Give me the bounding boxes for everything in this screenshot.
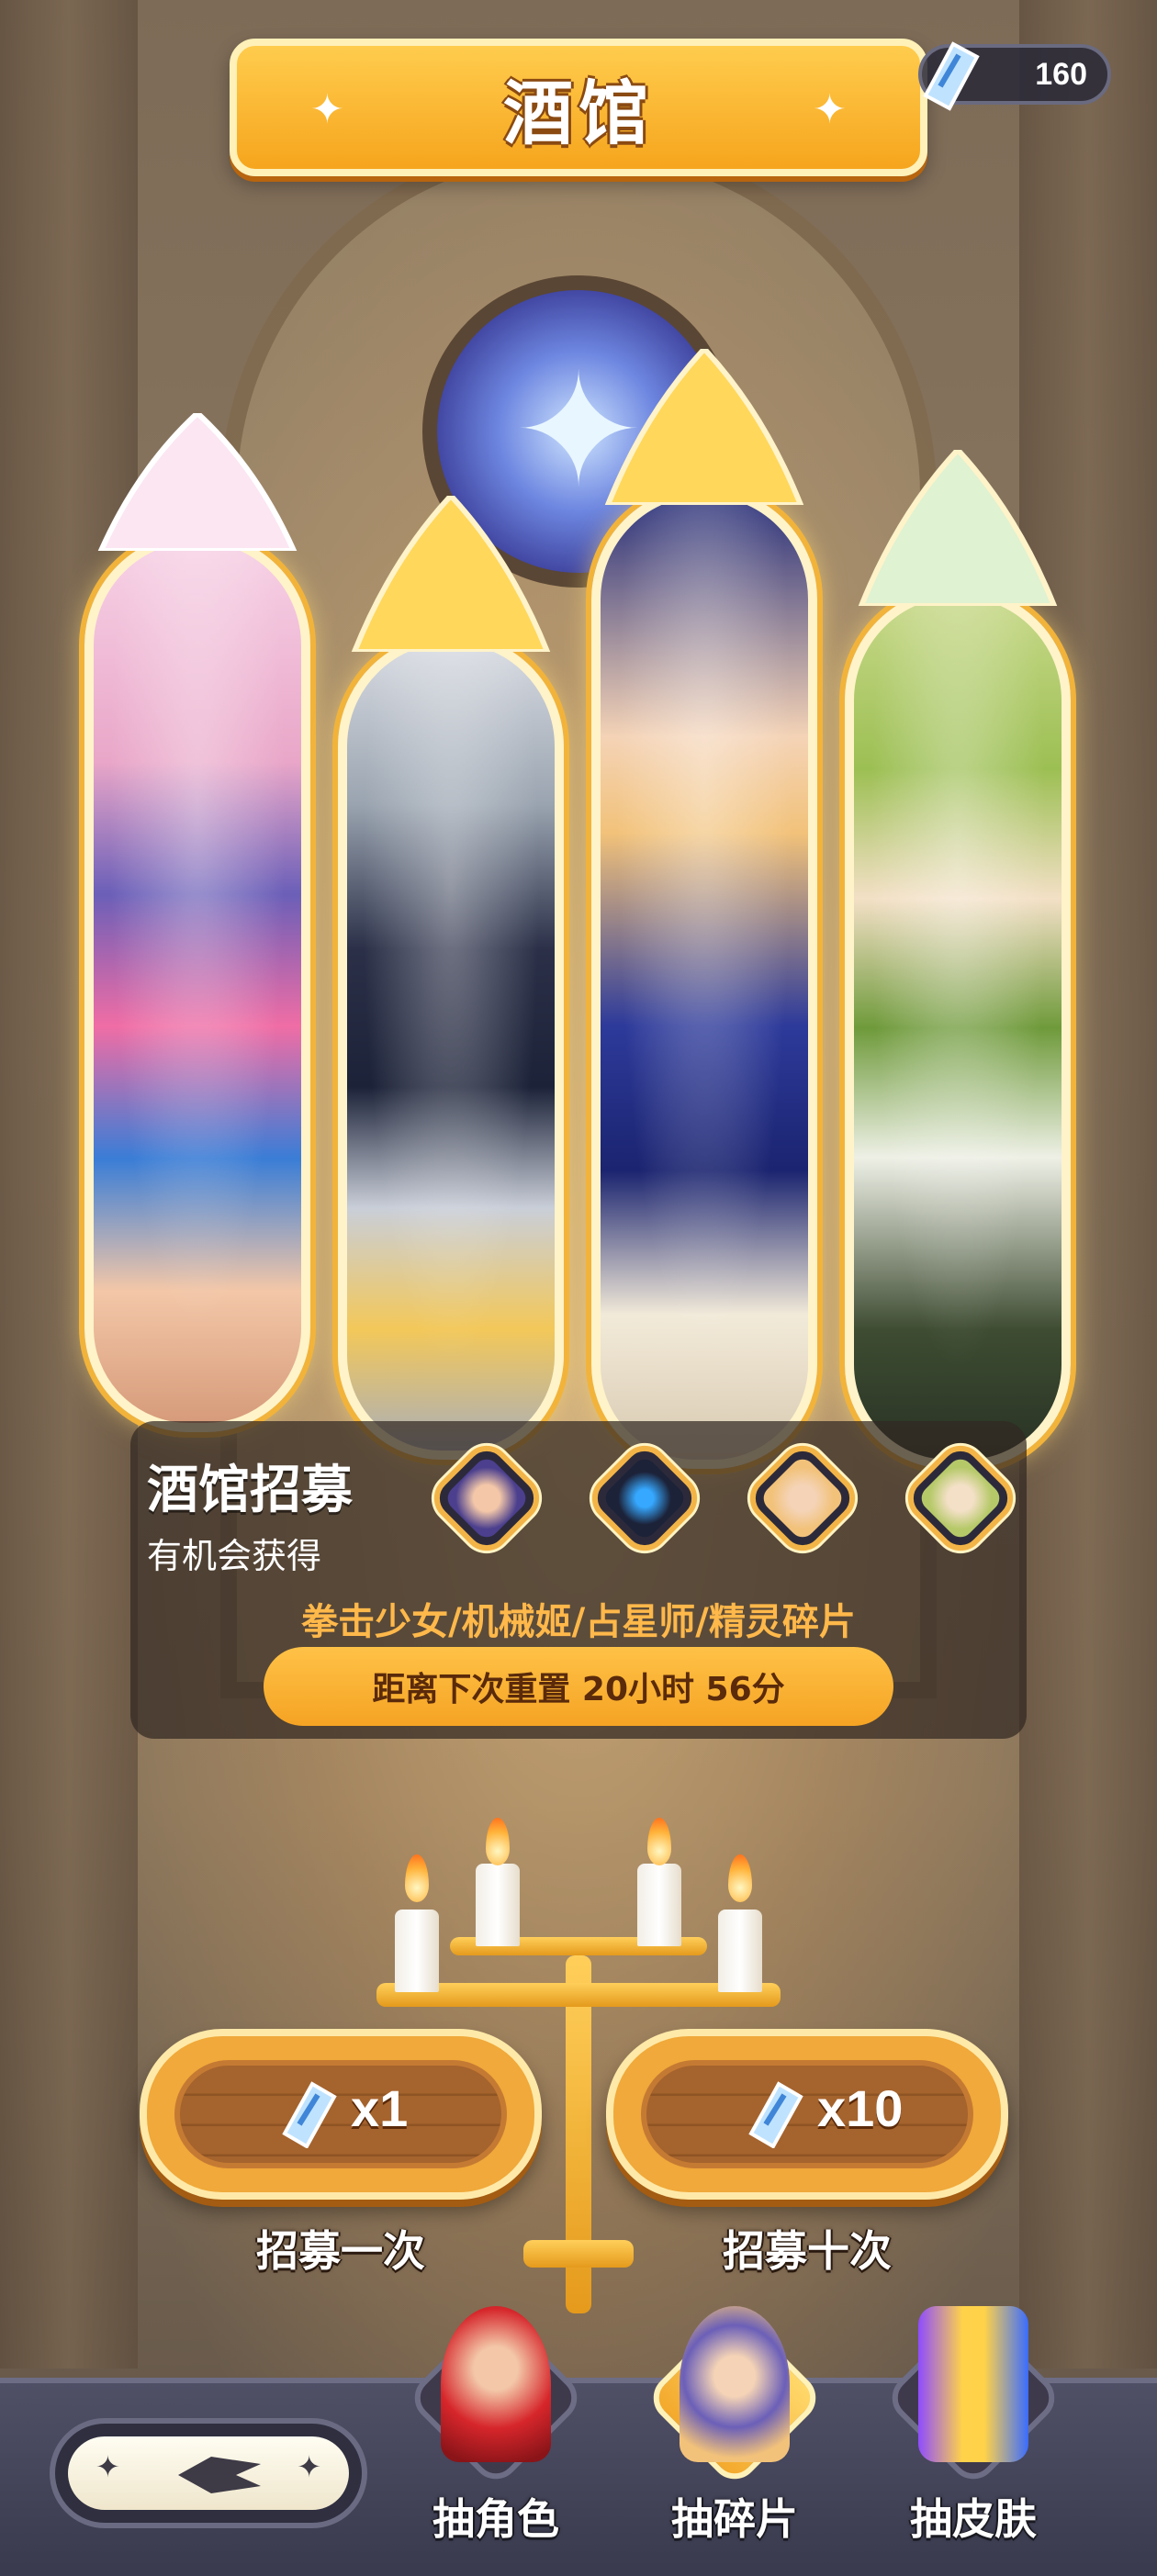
recruit-once-label: 招募一次 xyxy=(256,2226,425,2276)
ticket-icon xyxy=(282,2081,337,2148)
candle xyxy=(718,1910,762,1992)
back-button[interactable]: ✦ ✦ xyxy=(50,2418,367,2528)
crown-ornament xyxy=(351,496,551,652)
candle xyxy=(395,1910,439,1992)
character-icon xyxy=(441,2306,551,2462)
tab-label: 抽碎片 xyxy=(671,2494,798,2544)
ticket-count: 160 xyxy=(1035,57,1087,92)
flame-icon xyxy=(486,1818,510,1865)
boxing-girl-icon[interactable] xyxy=(424,1436,549,1561)
portrait-face xyxy=(758,1453,848,1543)
recruit-ten-label: 招募十次 xyxy=(723,2226,892,2276)
portrait-face xyxy=(442,1453,532,1543)
recruit-ten-multiplier: x10 xyxy=(817,2079,904,2137)
recruit-once-button[interactable]: x1 xyxy=(140,2029,542,2200)
elf-icon[interactable] xyxy=(898,1436,1023,1561)
recruit-info-panel: 酒馆招募 有机会获得 拳击少女/机械姬/占星师/精灵碎片 距离下次重置 20小时… xyxy=(130,1421,1027,1739)
back-arrow-icon xyxy=(178,2457,261,2493)
card-glow xyxy=(347,643,555,1450)
character-card-mecha-girl[interactable] xyxy=(338,633,564,1460)
crown-ornament xyxy=(97,413,298,551)
character-card-elf[interactable] xyxy=(845,588,1071,1469)
sparkle-icon: ✦ xyxy=(95,2449,120,2484)
tab-draw-skin[interactable]: 抽皮肤 xyxy=(872,2306,1074,2563)
crown-ornament xyxy=(858,450,1058,606)
character-card-boxing-girl[interactable] xyxy=(84,532,310,1432)
page-title: 酒馆 xyxy=(503,73,654,154)
ticket-icon xyxy=(748,2081,803,2148)
mecha-girl-icon[interactable] xyxy=(582,1436,707,1561)
candle xyxy=(476,1864,520,1946)
skin-icon xyxy=(918,2306,1028,2462)
tab-draw-fragment[interactable]: 抽碎片 xyxy=(634,2306,836,2563)
reset-timer: 距离下次重置 20小时 56分 xyxy=(264,1647,893,1726)
tab-draw-character[interactable]: 抽角色 xyxy=(395,2306,597,2563)
card-glow xyxy=(94,542,301,1423)
back-button-inner: ✦ ✦ xyxy=(68,2436,349,2510)
title-banner: ✦ 酒馆 ✦ xyxy=(182,39,975,211)
character-card-astrologer[interactable] xyxy=(591,487,817,1469)
reward-names: 拳击少女/机械姬/占星师/精灵碎片 xyxy=(301,1601,856,1643)
tab-label: 抽皮肤 xyxy=(910,2494,1037,2544)
astrologer-icon[interactable] xyxy=(740,1436,865,1561)
card-glow xyxy=(854,597,1062,1460)
info-subtitle: 有机会获得 xyxy=(147,1536,322,1576)
flame-icon xyxy=(728,1854,752,1902)
sparkle-icon: ✦ xyxy=(813,86,847,133)
crown-ornament xyxy=(604,349,804,505)
tab-label: 抽角色 xyxy=(432,2494,559,2544)
recruit-once-multiplier: x1 xyxy=(351,2079,409,2137)
flame-icon xyxy=(405,1854,429,1902)
ticket-icon xyxy=(923,41,980,111)
portrait-face xyxy=(915,1453,1005,1543)
portrait-face xyxy=(600,1453,690,1543)
card-glow xyxy=(601,496,808,1460)
recruit-ten-button[interactable]: x10 xyxy=(606,2029,1008,2200)
info-title: 酒馆招募 xyxy=(147,1461,353,1520)
button-plank xyxy=(174,2060,507,2168)
candle xyxy=(637,1864,681,1946)
fragment-icon xyxy=(680,2306,790,2462)
ticket-counter[interactable]: 160 xyxy=(918,41,1111,111)
flame-icon xyxy=(647,1818,671,1865)
sparkle-icon: ✦ xyxy=(297,2449,321,2484)
sparkle-icon: ✦ xyxy=(310,86,344,133)
button-plank xyxy=(641,2060,973,2168)
